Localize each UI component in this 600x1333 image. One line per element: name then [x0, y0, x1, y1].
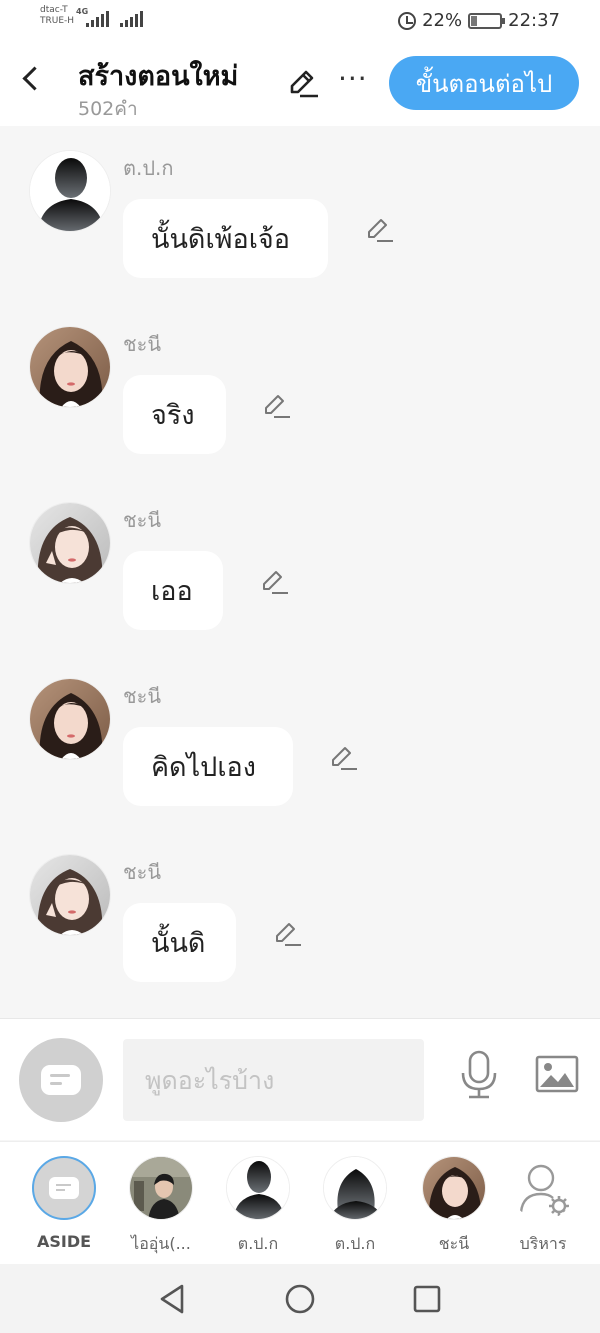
character-bar: ASIDE ไออุ่น(... ต.ป.ก ต.ป.ก ชะนี บริหาร — [0, 1141, 600, 1264]
manage-characters-button[interactable]: บริหาร — [501, 1156, 585, 1257]
edit-pencil-icon[interactable] — [262, 391, 292, 421]
system-nav-bar — [0, 1264, 600, 1333]
avatar[interactable] — [29, 502, 111, 584]
character-item[interactable]: ไออุ่น(... — [119, 1156, 203, 1257]
character-aside[interactable]: ASIDE — [22, 1156, 106, 1251]
header: สร้างตอนใหม่ 502คำ ··· ขั้นตอนต่อไป — [0, 42, 600, 126]
message-bubble[interactable]: จริง — [123, 375, 226, 454]
silhouette-man-avatar — [30, 151, 110, 231]
girl-photo-avatar — [423, 1157, 485, 1219]
signal-icon — [120, 11, 143, 27]
message-bubble[interactable]: เออ — [123, 551, 223, 630]
avatar[interactable] — [29, 150, 111, 232]
more-options-button[interactable]: ··· — [338, 62, 368, 95]
silhouette-woman-avatar — [324, 1157, 386, 1219]
edit-pencil-icon[interactable] — [273, 919, 303, 949]
girl-photo-2-avatar — [30, 855, 110, 935]
battery-percent: 22% — [422, 10, 463, 31]
character-label: ต.ป.ก — [237, 1234, 279, 1253]
message-input[interactable] — [123, 1039, 424, 1121]
sender-name: ชะนี — [123, 860, 161, 884]
edit-title-pencil-icon[interactable] — [286, 66, 320, 100]
word-count: 502คำ — [78, 98, 138, 120]
boy-photo-avatar — [130, 1157, 192, 1219]
clock: 22:37 — [508, 10, 560, 31]
user-settings-icon — [519, 1164, 569, 1216]
chat-area: ต.ป.ก นั้นดิเพ้อเจ้อ ชะนี จริง ชะนี เออ … — [0, 126, 600, 1018]
aside-avatar — [32, 1156, 96, 1220]
sender-name: ต.ป.ก — [123, 156, 174, 180]
edit-pencil-icon[interactable] — [329, 743, 359, 773]
status-bar: dtac-T TRUE-H 4G 22% 22:37 — [0, 0, 600, 42]
chat-bubble-icon — [49, 1177, 79, 1199]
nav-home-icon[interactable] — [284, 1282, 316, 1316]
message-bubble[interactable]: นั้นดิ — [123, 903, 236, 982]
image-upload-icon[interactable] — [534, 1054, 580, 1094]
edit-pencil-icon[interactable] — [260, 567, 290, 597]
aside-toggle-button[interactable] — [19, 1038, 103, 1122]
edit-pencil-icon[interactable] — [365, 215, 395, 245]
girl-photo-2-avatar — [30, 503, 110, 583]
avatar — [422, 1156, 486, 1220]
character-label: ASIDE — [36, 1232, 92, 1251]
avatar[interactable] — [29, 678, 111, 760]
nav-recents-icon[interactable] — [411, 1282, 443, 1316]
chat-bubble-icon — [41, 1065, 81, 1095]
character-item[interactable]: ต.ป.ก — [313, 1156, 397, 1257]
character-label: ต.ป.ก — [334, 1234, 376, 1253]
nav-back-icon[interactable] — [156, 1282, 188, 1316]
message-bubble[interactable]: นั้นดิเพ้อเจ้อ — [123, 199, 328, 278]
page-title: สร้างตอนใหม่ — [78, 61, 239, 92]
message-bubble[interactable]: คิดไปเอง — [123, 727, 293, 806]
character-label: ชะนี — [438, 1234, 470, 1253]
sender-name: ชะนี — [123, 332, 161, 356]
sender-name: ชะนี — [123, 684, 161, 708]
sender-name: ชะนี — [123, 508, 161, 532]
avatar[interactable] — [29, 854, 111, 936]
avatar — [511, 1156, 575, 1220]
girl-photo-avatar — [30, 679, 110, 759]
avatar[interactable] — [29, 326, 111, 408]
avatar — [129, 1156, 193, 1220]
composer — [0, 1018, 600, 1140]
carrier-1: dtac-T — [40, 5, 68, 15]
microphone-icon[interactable] — [457, 1049, 501, 1101]
alarm-icon — [398, 11, 417, 30]
next-step-button[interactable]: ขั้นตอนต่อไป — [389, 56, 579, 110]
signal-icon — [86, 11, 109, 27]
character-label: บริหาร — [519, 1234, 567, 1253]
character-label: ไออุ่น(... — [131, 1234, 191, 1253]
silhouette-man-avatar — [227, 1157, 289, 1219]
avatar — [226, 1156, 290, 1220]
back-button[interactable] — [18, 62, 48, 98]
battery-icon — [468, 12, 506, 29]
carrier-2: TRUE-H — [40, 16, 75, 26]
carrier-info: dtac-T TRUE-H 4G — [40, 5, 143, 27]
status-right: 22% 22:37 — [398, 10, 560, 31]
character-item[interactable]: ต.ป.ก — [216, 1156, 300, 1257]
girl-photo-avatar — [30, 327, 110, 407]
character-item[interactable]: ชะนี — [412, 1156, 496, 1257]
avatar — [323, 1156, 387, 1220]
